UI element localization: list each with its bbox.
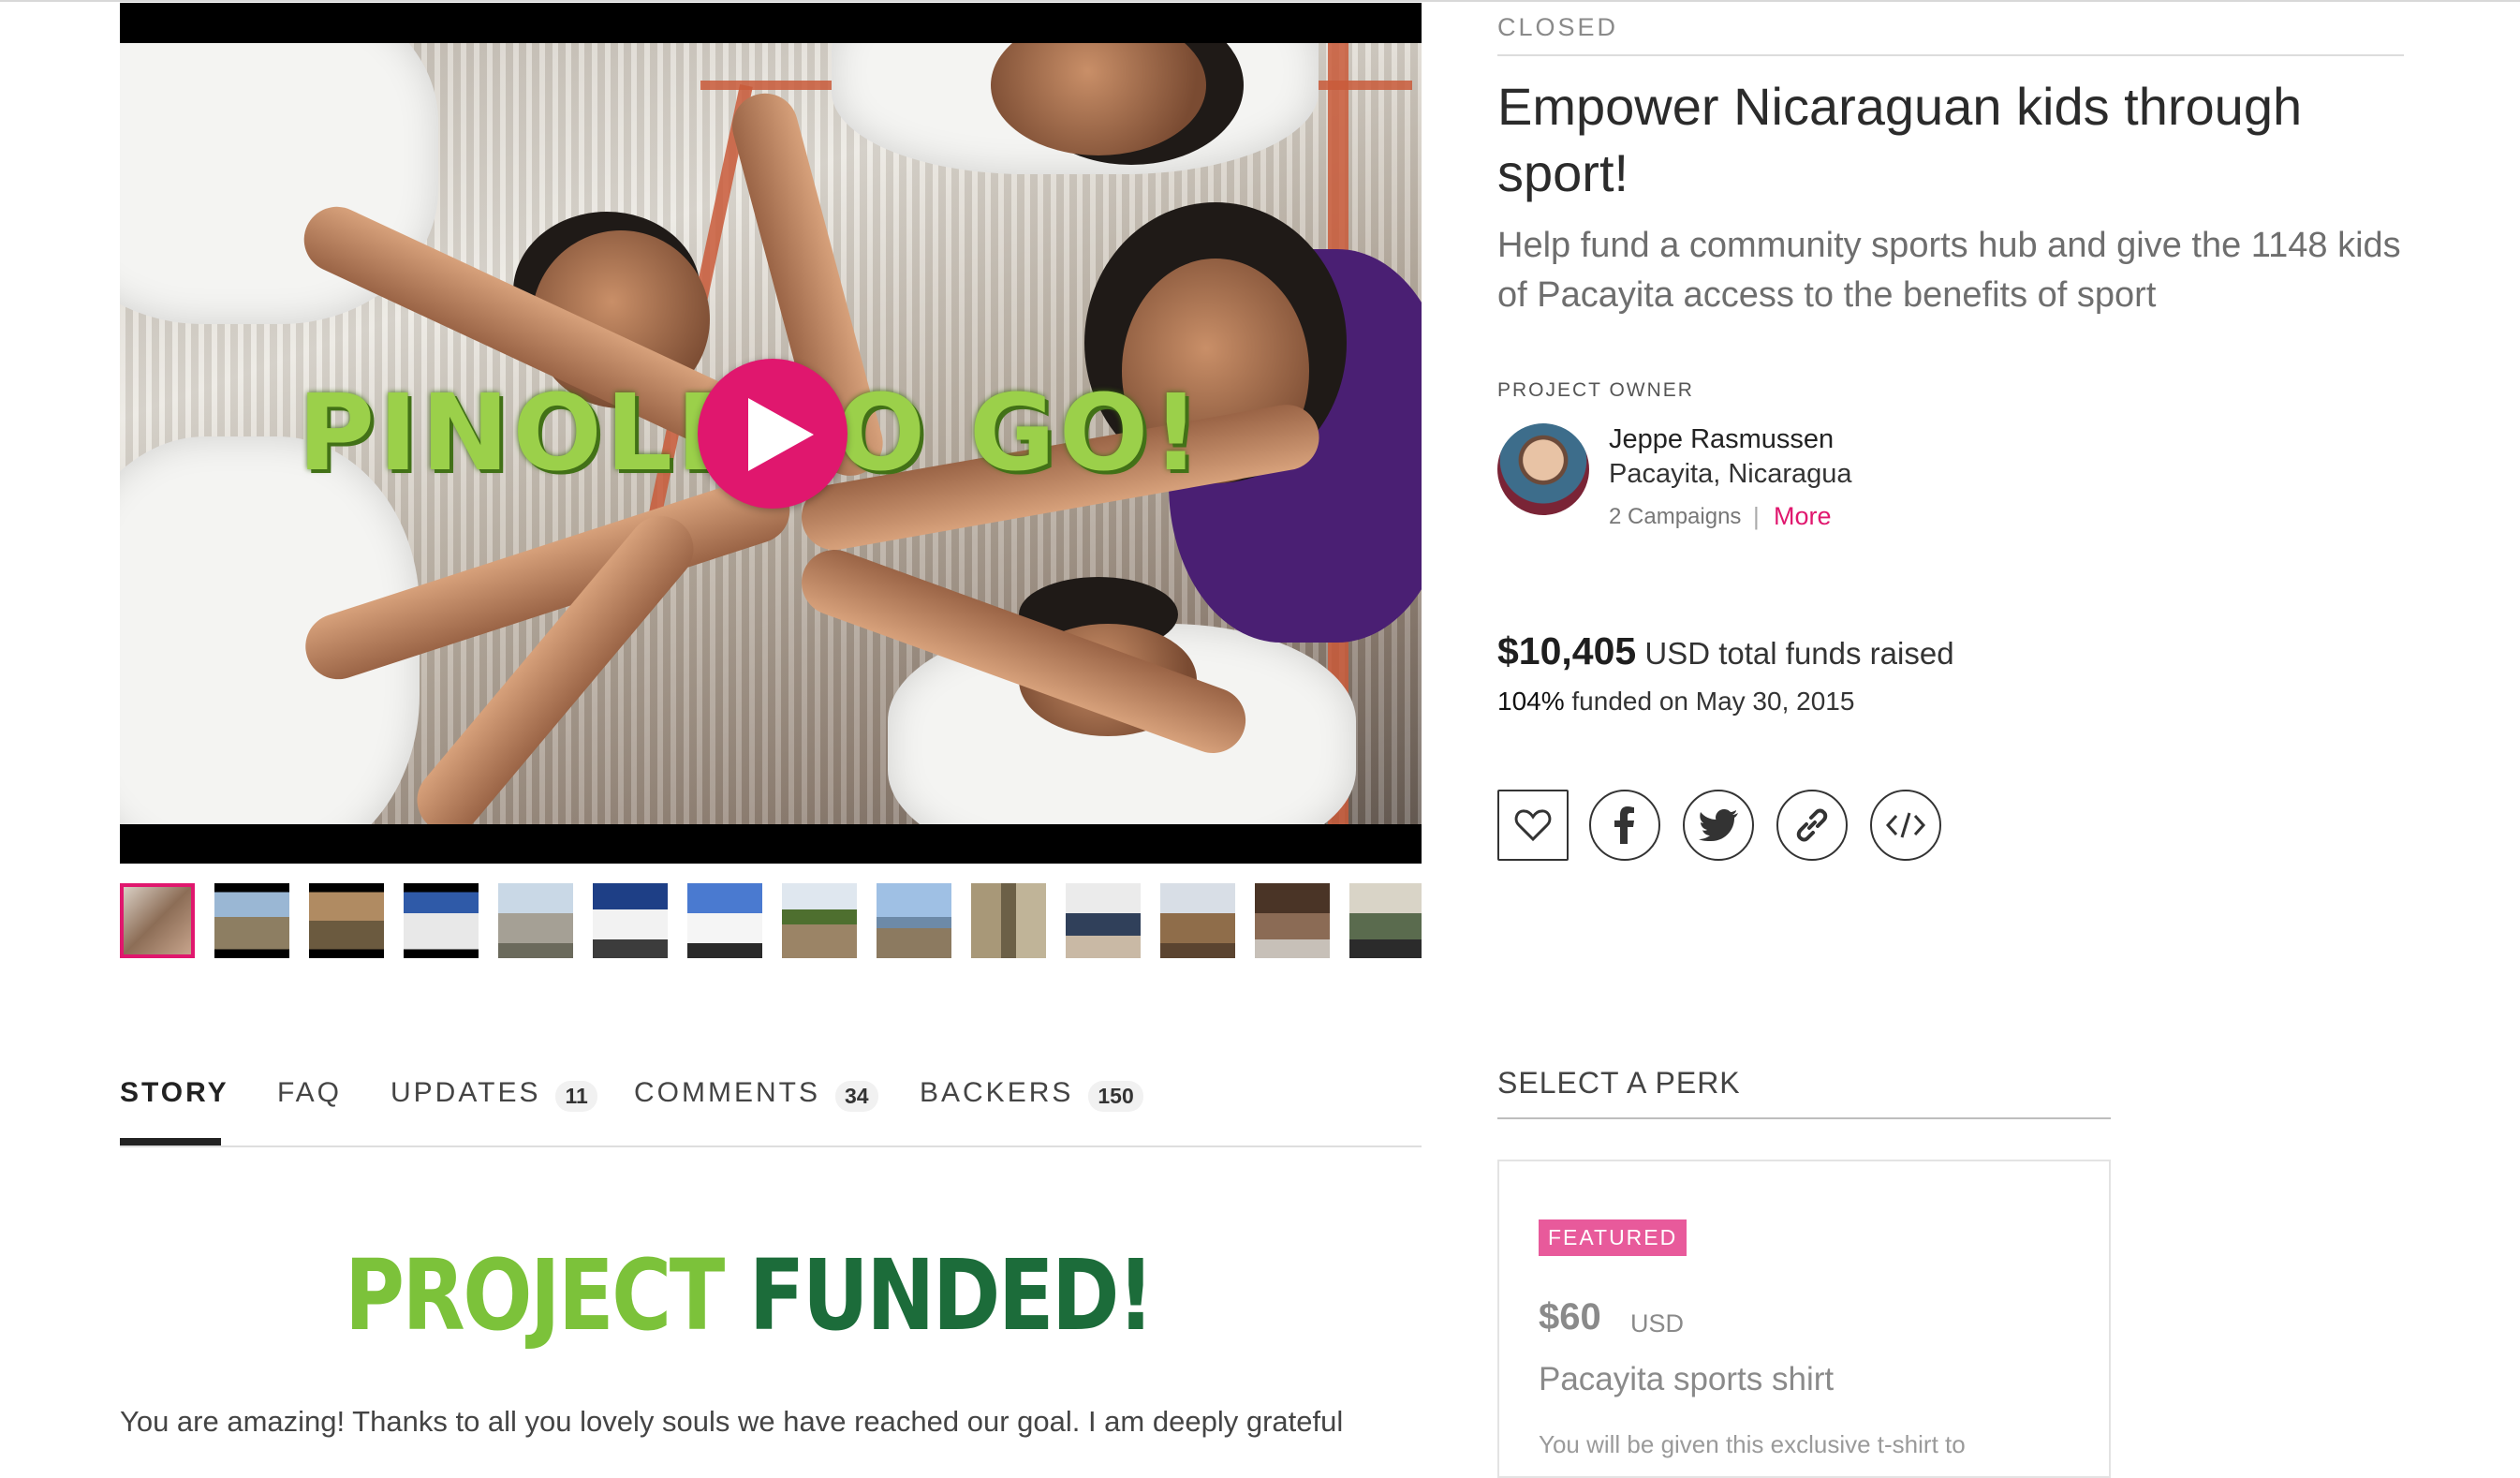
twitter-icon: [1699, 809, 1738, 841]
gallery-thumb-6[interactable]: [593, 883, 668, 958]
tab-faq-label: FAQ: [277, 1077, 343, 1108]
owner-separator: |: [1753, 502, 1760, 530]
owner-more-link[interactable]: More: [1774, 502, 1832, 531]
owner-location: Pacayita, Nicaragua: [1609, 459, 1852, 489]
funded-banner-word1: PROJECT: [345, 1238, 725, 1352]
gallery-thumb-5[interactable]: [498, 883, 573, 958]
funded-percent: 104%: [1497, 687, 1565, 716]
perk-name: Pacayita sports shirt: [1539, 1361, 1835, 1397]
tab-backers-label: BACKERS: [920, 1077, 1074, 1108]
perk-currency: USD: [1630, 1309, 1685, 1338]
gallery-thumb-14[interactable]: [1349, 883, 1422, 958]
story-intro-text: You are amazing! Thanks to all you lovel…: [120, 1405, 1344, 1438]
play-icon: [748, 398, 814, 471]
comments-count-badge: 34: [835, 1081, 878, 1112]
gallery-thumb-10[interactable]: [971, 883, 1046, 958]
tab-story[interactable]: STORY: [120, 1077, 229, 1145]
tabs-divider: [120, 1145, 1422, 1147]
tab-backers[interactable]: BACKERS 150: [920, 1077, 1143, 1145]
twitter-share-button[interactable]: [1683, 790, 1754, 861]
funds-raised: $10,405 USD total funds raised: [1497, 629, 1954, 673]
funded-percent-line: 104% funded on May 30, 2015: [1497, 687, 1854, 717]
campaign-title: Empower Nicaraguan kids through sport!: [1497, 77, 2303, 202]
campaign-status: CLOSED: [1497, 13, 1619, 41]
top-divider: [0, 0, 2520, 2]
updates-count-badge: 11: [555, 1081, 597, 1112]
project-funded-banner: PROJECT FUNDED!: [345, 1238, 1155, 1352]
active-tab-indicator: [120, 1138, 221, 1145]
tab-faq[interactable]: FAQ: [277, 1077, 342, 1145]
heart-icon: [1514, 809, 1552, 842]
tab-updates[interactable]: UPDATES 11: [391, 1077, 597, 1145]
tab-comments-label: COMMENTS: [634, 1077, 820, 1108]
gallery-thumb-8[interactable]: [782, 883, 857, 958]
funded-date-text: funded on May 30, 2015: [1571, 687, 1855, 716]
perks-divider: [1497, 1117, 2111, 1119]
owner-name[interactable]: Jeppe Rasmussen: [1609, 424, 1834, 455]
perk-price: $60: [1539, 1296, 1601, 1338]
gallery-thumb-1[interactable]: [120, 883, 195, 958]
gallery-thumb-12[interactable]: [1160, 883, 1235, 958]
copy-link-button[interactable]: [1776, 790, 1848, 861]
play-button[interactable]: [698, 359, 847, 509]
backers-count-badge: 150: [1088, 1081, 1143, 1112]
campaign-video[interactable]: PINOLERO GO!: [120, 3, 1422, 864]
gallery-thumb-13[interactable]: [1255, 883, 1330, 958]
embed-button[interactable]: [1870, 790, 1941, 861]
tab-comments[interactable]: COMMENTS 34: [634, 1077, 878, 1145]
owner-label: PROJECT OWNER: [1497, 379, 1694, 401]
funded-banner-word2: FUNDED!: [748, 1238, 1155, 1352]
funds-amount: $10,405: [1497, 629, 1637, 672]
follow-button[interactable]: [1497, 790, 1569, 861]
embed-icon: [1885, 812, 1926, 838]
owner-campaigns-count: 2 Campaigns: [1609, 504, 1742, 529]
tab-story-label: STORY: [120, 1077, 229, 1108]
featured-badge: FEATURED: [1539, 1219, 1687, 1256]
gallery-thumbnails: [120, 883, 1422, 958]
campaign-tagline: Help fund a community sports hub and giv…: [1497, 226, 2401, 315]
link-icon: [1796, 808, 1828, 842]
status-divider: [1497, 54, 2404, 56]
perk-description: You will be given this exclusive t-shirt…: [1539, 1430, 1966, 1458]
facebook-icon: [1614, 806, 1634, 844]
gallery-thumb-11[interactable]: [1066, 883, 1141, 958]
owner-avatar[interactable]: [1497, 423, 1589, 515]
facebook-share-button[interactable]: [1589, 790, 1660, 861]
perk-card[interactable]: FEATURED $60 USD Pacayita sports shirt Y…: [1497, 1160, 2111, 1478]
gallery-thumb-2[interactable]: [214, 883, 289, 958]
perks-heading: SELECT A PERK: [1497, 1066, 1741, 1100]
funds-currency-text: USD total funds raised: [1644, 636, 1954, 671]
gallery-thumb-4[interactable]: [404, 883, 479, 958]
gallery-thumb-9[interactable]: [877, 883, 951, 958]
gallery-thumb-7[interactable]: [687, 883, 762, 958]
campaign-tabs: STORY FAQ UPDATES 11 COMMENTS 34 BACKERS…: [120, 1077, 1422, 1147]
gallery-thumb-3[interactable]: [309, 883, 384, 958]
tab-updates-label: UPDATES: [391, 1077, 541, 1108]
